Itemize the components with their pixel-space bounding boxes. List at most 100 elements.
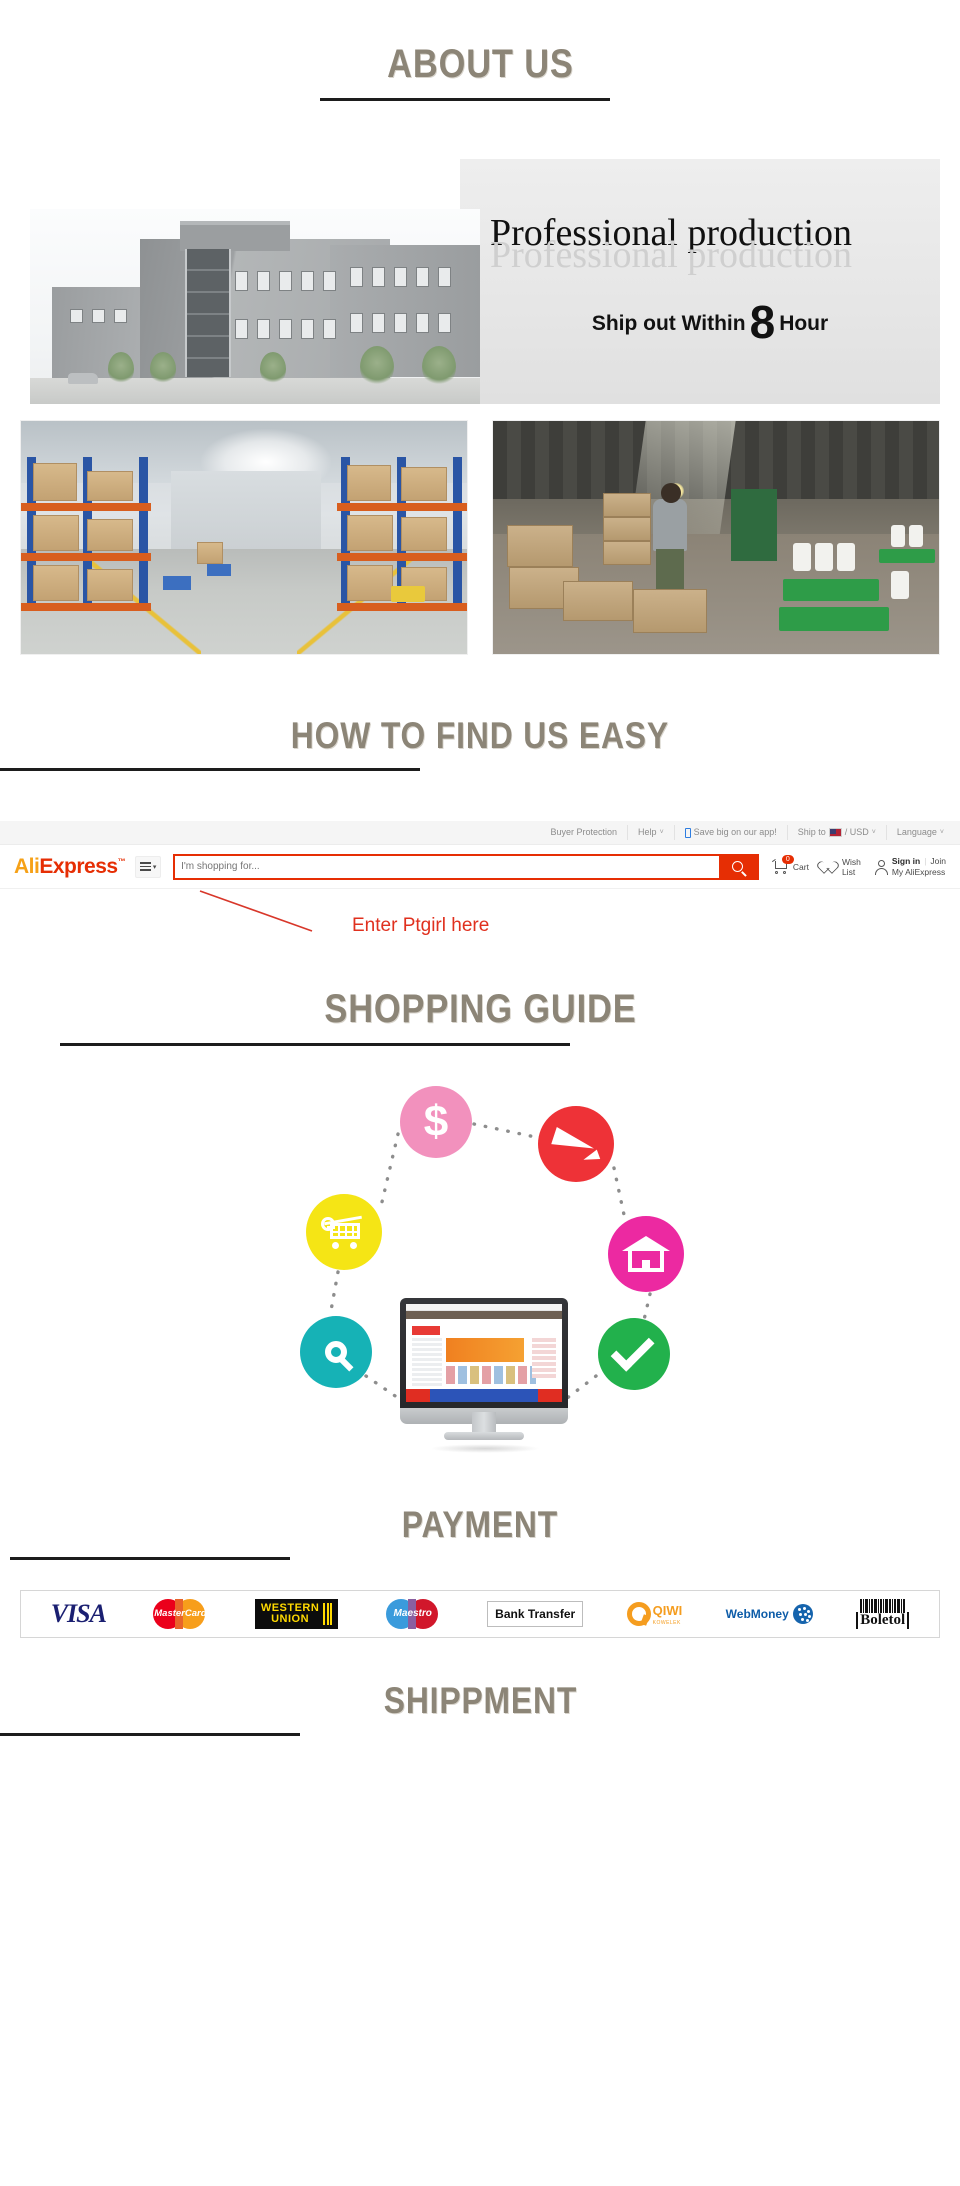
aliexpress-top-bar: Buyer Protection Help ˅ Save big on our … bbox=[0, 821, 960, 845]
add-to-cart-icon bbox=[321, 1215, 366, 1249]
webmoney-icon: WebMoney bbox=[726, 1604, 813, 1624]
topbar-ship-to[interactable]: Ship to / USD ˅ bbox=[788, 825, 887, 840]
heading-underline bbox=[0, 1733, 300, 1736]
factory-building-photo bbox=[30, 209, 480, 404]
banner-sub-number: 88 bbox=[749, 295, 780, 359]
warehouse-photo-row bbox=[20, 420, 940, 655]
guide-node-dollar[interactable]: $ bbox=[400, 1086, 472, 1158]
payment-logo-maestro: Maestro bbox=[382, 1595, 444, 1633]
user-icon bbox=[874, 859, 888, 875]
monitor-foot bbox=[444, 1432, 524, 1440]
search-bar[interactable] bbox=[173, 853, 759, 880]
payment-logo-webmoney: WebMoney bbox=[726, 1595, 813, 1633]
magnifier-icon bbox=[325, 1341, 347, 1363]
barcode-icon bbox=[860, 1599, 906, 1613]
desktop-monitor-illustration bbox=[400, 1298, 568, 1458]
section-heading-about-us: ABOUT US bbox=[0, 44, 960, 101]
banner-subline: Ship out Within 8 8 Hour bbox=[490, 287, 930, 359]
wishlist-label-line1: Wish bbox=[841, 856, 861, 867]
banner-sub-prefix: Ship out Within bbox=[591, 312, 746, 335]
payment-methods-strip: VISA MasterCard WESTERN UNION Maestro Ba… bbox=[20, 1590, 940, 1638]
wishlist-button[interactable]: Wish List bbox=[823, 857, 861, 877]
categories-menu-button[interactable]: ▾ bbox=[135, 855, 162, 878]
section-title-shopping-guide: SHOPPING GUIDE bbox=[323, 987, 637, 1031]
payment-logo-qiwi: QIWI KOWELEK bbox=[626, 1595, 683, 1633]
payment-logo-boleto: Boletol bbox=[856, 1595, 910, 1633]
monitor-shadow bbox=[430, 1444, 540, 1453]
shopping-guide-diagram: $ bbox=[0, 1076, 960, 1496]
about-banner: Professional production Professional pro… bbox=[20, 159, 940, 404]
payment-logo-visa: VISA bbox=[50, 1595, 107, 1633]
dollar-icon: $ bbox=[423, 1097, 449, 1146]
heading-underline bbox=[60, 1043, 570, 1046]
section-title-shippment: SHIPPMENT bbox=[383, 1680, 577, 1721]
page-title: ABOUT US bbox=[386, 42, 574, 86]
topbar-help[interactable]: Help ˅ bbox=[628, 825, 675, 840]
wu-bars-icon bbox=[323, 1603, 333, 1625]
trademark-icon: ™ bbox=[117, 856, 126, 866]
topbar-label: Language bbox=[896, 827, 937, 837]
topbar-label: Save big on our app! bbox=[693, 827, 777, 837]
banner-sub-number-text: 8 bbox=[749, 296, 776, 348]
visa-logo-text: VISA bbox=[50, 1599, 107, 1628]
topbar-buyer-protection[interactable]: Buyer Protection bbox=[541, 825, 629, 840]
wu-line2: UNION bbox=[271, 1613, 310, 1625]
topbar-label: Help bbox=[638, 827, 657, 837]
account-menu[interactable]: Sign in | Join My AliExpress bbox=[874, 856, 946, 877]
payment-logo-western-union: WESTERN UNION bbox=[254, 1595, 339, 1633]
western-union-icon: WESTERN UNION bbox=[254, 1599, 339, 1629]
qiwi-sub-text: KOWELEK bbox=[652, 1620, 681, 1626]
monitor-bezel bbox=[400, 1298, 568, 1412]
topbar-language[interactable]: Language ˅ bbox=[887, 825, 944, 840]
webmoney-globe-icon bbox=[792, 1604, 813, 1624]
my-aliexpress-link[interactable]: My AliExpress bbox=[892, 867, 946, 877]
cart-button[interactable]: 0 Cart bbox=[771, 855, 809, 874]
chevron-down-icon: ▾ bbox=[152, 863, 157, 871]
phone-icon bbox=[684, 827, 691, 838]
mastercard-logo-text: MasterCard bbox=[154, 1608, 207, 1619]
topbar-currency: / USD bbox=[844, 827, 869, 837]
topbar-label: Buyer Protection bbox=[550, 827, 618, 837]
maestro-icon: Maestro bbox=[382, 1597, 444, 1631]
search-icon bbox=[732, 861, 744, 872]
guide-node-airplane[interactable] bbox=[538, 1106, 614, 1182]
boleto-logo-text: Boletol bbox=[856, 1612, 910, 1629]
nav-actions: 0 Cart Wish List Sign in | Join My AliEx… bbox=[771, 855, 946, 877]
guide-node-house[interactable] bbox=[608, 1216, 684, 1292]
cart-label: Cart bbox=[792, 861, 809, 872]
mastercard-icon: MasterCard bbox=[149, 1597, 211, 1631]
section-title-payment: PAYMENT bbox=[401, 1504, 559, 1545]
section-heading-shippment: SHIPPMENT bbox=[0, 1682, 960, 1736]
aliexpress-logo[interactable]: AliExpress™ bbox=[14, 854, 126, 879]
divider: | bbox=[924, 856, 927, 866]
bank-transfer-label: Bank Transfer bbox=[487, 1601, 584, 1627]
section-heading-payment: PAYMENT bbox=[0, 1506, 960, 1560]
guide-node-search[interactable] bbox=[300, 1316, 372, 1388]
payment-logo-mastercard: MasterCard bbox=[149, 1595, 211, 1633]
heart-icon bbox=[823, 860, 838, 873]
guide-node-check[interactable] bbox=[598, 1318, 670, 1390]
search-button[interactable] bbox=[718, 855, 757, 878]
section-heading-how-to-find-us: HOW TO FIND US EASY bbox=[0, 717, 960, 771]
pallet-rack-left bbox=[21, 457, 151, 611]
logo-express-text: Express bbox=[39, 854, 118, 878]
qiwi-logo-text: QIWI bbox=[652, 1603, 683, 1618]
checkmark-icon bbox=[610, 1327, 655, 1372]
section-title-how-to-find-us: HOW TO FIND US EASY bbox=[290, 715, 670, 756]
cart-count-badge: 0 bbox=[781, 855, 794, 864]
chevron-down-icon: ˅ bbox=[939, 829, 944, 836]
webmoney-logo-text: WebMoney bbox=[725, 1607, 789, 1621]
sign-in-link[interactable]: Sign in bbox=[892, 856, 920, 866]
wishlist-label-line2: List bbox=[841, 866, 856, 877]
banner-headline-group: Professional production Professional pro… bbox=[490, 211, 930, 276]
payment-logo-bank-transfer: Bank Transfer bbox=[487, 1595, 584, 1633]
aliexpress-nav-bar: AliExpress™ ▾ 0 Cart Wish bbox=[0, 845, 960, 889]
guide-node-cart[interactable] bbox=[306, 1194, 382, 1270]
airplane-icon bbox=[551, 1124, 601, 1165]
join-link[interactable]: Join bbox=[930, 856, 946, 866]
topbar-save-big-app[interactable]: Save big on our app! bbox=[675, 825, 788, 840]
hamburger-icon bbox=[139, 862, 151, 871]
search-input[interactable] bbox=[175, 855, 719, 878]
monitor-stand bbox=[472, 1412, 496, 1434]
house-icon bbox=[622, 1236, 670, 1272]
